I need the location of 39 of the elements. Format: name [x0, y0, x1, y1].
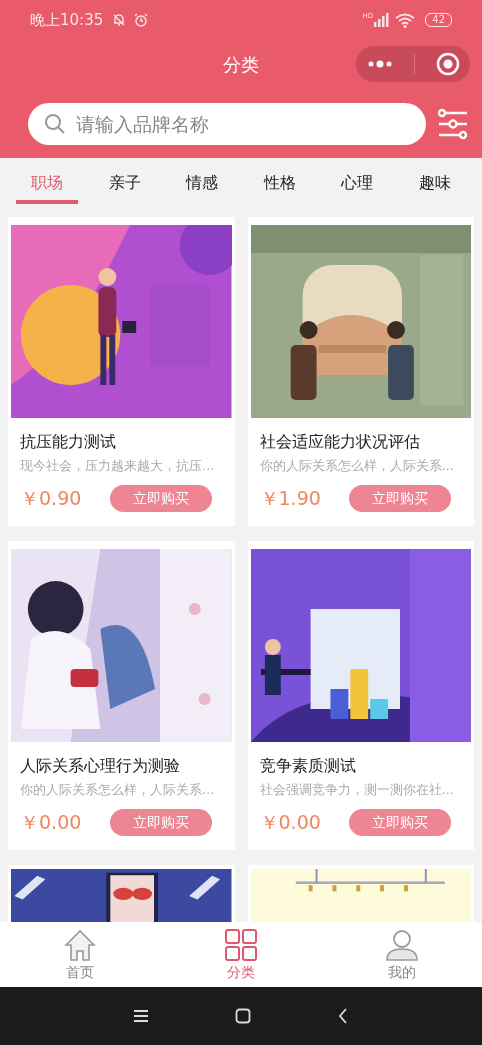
wifi-icon	[395, 12, 416, 28]
more-icon[interactable]	[366, 60, 393, 68]
search-icon	[44, 113, 66, 135]
product-card[interactable]: 社会适应能力状况评估 你的人际关系怎么样，人际关系… ￥1.90 立即购买	[247, 217, 474, 526]
product-title: 竞争素质测试	[259, 756, 357, 777]
category-tab[interactable]: 性格	[248, 158, 311, 204]
page-title: 分类	[223, 53, 259, 77]
product-price: ￥1.90	[259, 485, 321, 511]
menu-icon[interactable]	[133, 1009, 149, 1023]
status-time: 晚上10:35	[30, 10, 104, 30]
product-price: ￥0.00	[259, 809, 321, 835]
alarm-icon	[133, 12, 150, 28]
home-square-icon[interactable]	[235, 1008, 251, 1024]
close-target-icon[interactable]	[435, 52, 460, 76]
product-card[interactable]: 抗压能力测试 现今社会，压力越来越大，抗压… ￥0.90 立即购买	[8, 217, 235, 526]
product-title: 人际关系心理行为测验	[20, 756, 181, 777]
product-description: 你的人际关系怎么样，人际关系…	[259, 458, 455, 475]
home-icon	[63, 927, 98, 962]
product-title: 抗压能力测试	[20, 432, 117, 453]
product-description: 你的人际关系怎么样，人际关系…	[20, 782, 216, 799]
filter-icon[interactable]	[438, 108, 468, 140]
product-title: 社会适应能力状况评估	[259, 432, 421, 453]
nav-tab[interactable]: 我的	[351, 922, 452, 987]
nav-tab[interactable]: 分类	[191, 922, 291, 987]
signal-icon	[373, 13, 390, 27]
back-icon[interactable]	[337, 1008, 349, 1024]
product-price: ￥0.00	[20, 809, 82, 835]
category-tab[interactable]: 趣味	[403, 158, 466, 204]
product-price: ￥0.90	[20, 485, 82, 511]
category-tab[interactable]: 心理	[326, 158, 389, 204]
battery-indicator: 42	[425, 13, 452, 27]
person-icon	[384, 927, 419, 962]
search-field[interactable]: 请输入品牌名称	[28, 103, 426, 145]
grid-icon	[224, 927, 258, 962]
nav-tab[interactable]: 首页	[30, 922, 131, 987]
category-tab[interactable]: 亲子	[93, 158, 156, 204]
category-tab[interactable]: 情感	[171, 158, 234, 204]
product-description: 现今社会，压力越来越大，抗压…	[20, 458, 216, 475]
product-card[interactable]: 人际关系心理行为测验 你的人际关系怎么样，人际关系… ￥0.00 立即购买	[8, 541, 235, 850]
